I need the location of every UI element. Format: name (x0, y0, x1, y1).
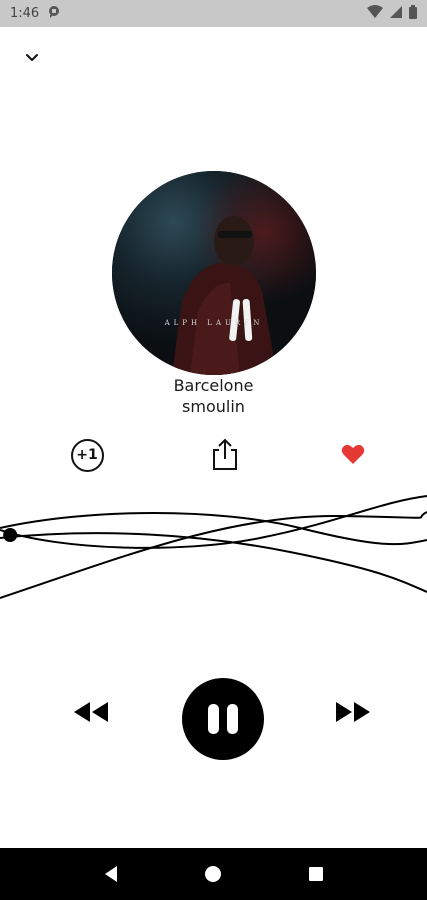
pause-bar-left (208, 704, 219, 734)
wifi-icon (367, 4, 383, 23)
home-icon (205, 866, 222, 882)
rewind-icon (74, 702, 108, 722)
fast-forward-icon (336, 702, 370, 722)
status-bar: 1:46 (0, 0, 427, 27)
next-track-button[interactable] (330, 692, 378, 732)
chevron-down-icon (26, 54, 38, 61)
heart-icon (341, 444, 365, 464)
progress-knob[interactable] (3, 528, 18, 542)
play-pause-button[interactable] (182, 678, 264, 760)
status-left: 1:46 (10, 4, 61, 23)
collapse-player-button[interactable] (18, 44, 46, 72)
track-artist: smoulin (182, 397, 245, 416)
notification-icon (47, 4, 61, 23)
status-right (367, 4, 417, 23)
album-cover-text: ALPH LAUREN (164, 319, 264, 327)
previous-track-button[interactable] (66, 692, 114, 732)
track-title: Barcelone (173, 376, 254, 395)
nav-back-button[interactable] (91, 854, 131, 894)
recents-icon (308, 867, 323, 881)
nav-home-button[interactable] (193, 854, 233, 894)
system-nav-bar (0, 848, 427, 900)
pause-bar-right (227, 704, 238, 734)
playback-progress-wave[interactable] (0, 488, 427, 608)
back-icon (105, 866, 118, 882)
like-button[interactable] (336, 438, 370, 470)
album-artwork: ALPH LAUREN (112, 171, 316, 375)
nav-recents-button[interactable] (296, 854, 336, 894)
signal-icon (389, 4, 403, 23)
plus-one-label: +1 (70, 438, 104, 472)
share-icon (213, 438, 237, 470)
battery-icon (409, 4, 417, 23)
share-button[interactable] (206, 434, 244, 474)
wave-line-3 (0, 511, 427, 599)
plus-one-button[interactable]: +1 (68, 436, 106, 474)
pause-icon (204, 704, 242, 734)
status-time: 1:46 (10, 6, 40, 21)
